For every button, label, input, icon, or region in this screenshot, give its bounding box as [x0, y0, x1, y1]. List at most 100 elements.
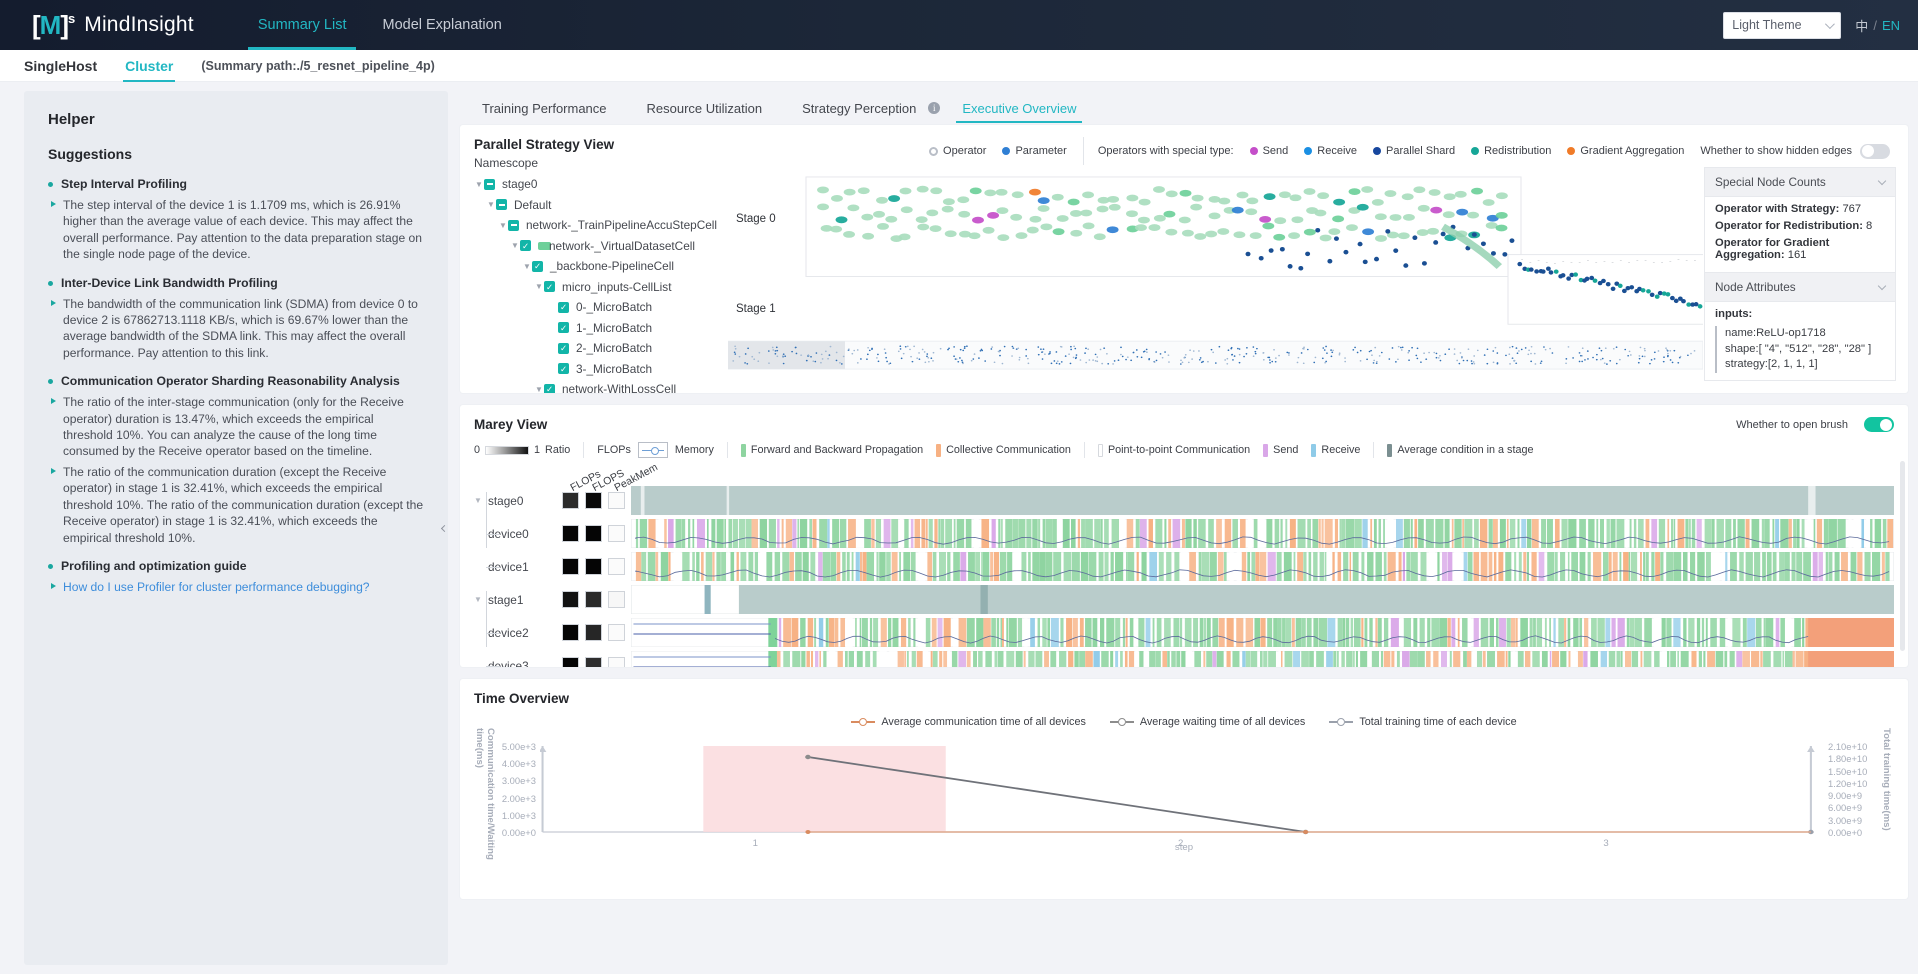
marey-row-device0[interactable]: device0	[474, 517, 1894, 550]
marey-view-card: Marey View Whether to open brush 0 1 Rat…	[460, 405, 1908, 667]
theme-select[interactable]: Light Theme	[1723, 12, 1841, 39]
marey-row-stage1[interactable]: ▼ stage1	[474, 583, 1894, 616]
caret-down-icon[interactable]: ▼	[486, 200, 496, 209]
legend-divider	[1373, 442, 1374, 458]
attr-strategy: strategy:[2, 1, 1, 1]	[1725, 357, 1885, 373]
svg-text:~: ~	[1661, 261, 1663, 265]
marey-row-device3[interactable]: device3	[474, 649, 1894, 667]
strategy-graph-canvas[interactable]: Stage 0 Stage 1 ~~~~~~~~~~~~~~~~~~~~~~	[728, 167, 1703, 381]
chevron-down-icon[interactable]	[1878, 177, 1886, 185]
marey-row-stage0[interactable]: ▼ stage0	[474, 484, 1894, 517]
legend-label: Average waiting time of all devices	[1140, 716, 1305, 728]
suggestion-group-title: Inter-Device Link Bandwidth Profiling	[48, 275, 424, 291]
timeline-track[interactable]	[631, 552, 1894, 581]
legend-total-training-time[interactable]: Total training time of each device	[1329, 716, 1516, 728]
chevron-down-icon[interactable]	[1878, 282, 1886, 290]
marey-row-device2[interactable]: device2	[474, 616, 1894, 649]
tab-training-performance[interactable]: Training Performance	[462, 91, 627, 125]
right-axis-title: Total training time(ms)	[1881, 728, 1892, 868]
flops-rate-cell	[585, 591, 602, 608]
caret-down-icon[interactable]: ▼	[474, 180, 484, 189]
legend-label: Average communication time of all device…	[881, 716, 1085, 728]
tree-checkbox[interactable]	[558, 302, 569, 313]
flops-label: FLOPs	[597, 444, 631, 456]
tab-strategy-perception[interactable]: Strategy Perception	[782, 91, 936, 125]
timeline-track[interactable]	[631, 519, 1894, 548]
hidden-edges-toggle[interactable]	[1860, 144, 1890, 159]
special-node-counts-header[interactable]: Special Node Counts	[1704, 167, 1896, 197]
suggestion-group-title: Profiling and optimization guide	[48, 558, 424, 574]
peakmem-cell	[608, 591, 625, 608]
legend-parallel-shard: Parallel Shard	[1373, 145, 1455, 157]
tab-executive-overview[interactable]: Executive Overview	[942, 91, 1096, 125]
legend-label: Receive	[1317, 145, 1357, 157]
node-attributes-header[interactable]: Node Attributes	[1704, 272, 1896, 302]
collective-communication-icon	[936, 444, 941, 457]
tab-resource-utilization[interactable]: Resource Utilization	[627, 91, 783, 125]
peakmem-cell	[608, 657, 625, 667]
nav-tab-model-explanation[interactable]: Model Explanation	[364, 0, 519, 50]
brush-toggle[interactable]	[1864, 417, 1894, 432]
suggestions-title: Suggestions	[48, 146, 424, 162]
suggestion-group: Inter-Device Link Bandwidth Profiling Th…	[48, 275, 424, 362]
tree-row-label: network-_VirtualDatasetCell	[549, 239, 695, 253]
timeline-track[interactable]	[631, 651, 1894, 667]
app-logo[interactable]: [M]s MindInsight	[32, 10, 194, 41]
right-column: Training Performance Resource Utilizatio…	[460, 91, 1908, 965]
caret-down-icon[interactable]: ▼	[534, 385, 544, 393]
legend-avg-waiting-time[interactable]: Average waiting time of all devices	[1110, 716, 1305, 728]
suggestion-group: Step Interval Profiling The step interva…	[48, 176, 424, 263]
tree-checkbox[interactable]	[544, 384, 555, 393]
gradient-aggregation-icon	[1567, 147, 1575, 155]
lang-cn-option[interactable]: 中	[1855, 16, 1868, 35]
timeline-track[interactable]	[631, 585, 1894, 614]
legend-label: Send	[1273, 444, 1298, 456]
legend-avg-communication-time[interactable]: Average communication time of all device…	[851, 716, 1085, 728]
tree-checkbox[interactable]	[558, 363, 569, 374]
caret-down-icon[interactable]: ▼	[522, 262, 532, 271]
attr-name: name:ReLU-op1718	[1725, 326, 1885, 342]
legend-redistribution: Redistribution	[1471, 145, 1551, 157]
sidebar-collapse-handle[interactable]	[437, 506, 448, 550]
profiler-guide-link[interactable]: How do I use Profiler for cluster perfor…	[63, 580, 370, 594]
parallel-shard-icon	[1373, 147, 1381, 155]
tree-checkbox[interactable]	[484, 179, 495, 190]
count-label: Operator with Strategy:	[1715, 203, 1839, 215]
legend-marker-icon	[851, 718, 875, 726]
legend-receive: Receive	[1311, 444, 1360, 457]
marey-vertical-scrollbar[interactable]	[1900, 461, 1905, 651]
tree-checkbox[interactable]	[532, 261, 543, 272]
time-overview-chart[interactable]: Communication time/Waiting time(ms) 0.00…	[474, 732, 1894, 874]
tree-checkbox[interactable]	[496, 199, 507, 210]
svg-text:~: ~	[1686, 259, 1688, 263]
svg-text:~: ~	[1587, 259, 1589, 263]
logo-icon: [M]s	[32, 10, 74, 41]
namescope-label: Namescope	[474, 156, 614, 170]
psv-header: Parallel Strategy View Namescope Operato…	[474, 137, 1894, 170]
lang-en-option[interactable]: EN	[1882, 18, 1900, 33]
caret-down-icon[interactable]: ▼	[498, 221, 508, 230]
tree-checkbox[interactable]	[558, 343, 569, 354]
subheader-single-host[interactable]: SingleHost	[24, 58, 97, 74]
tree-checkbox[interactable]	[508, 220, 519, 231]
send-icon	[1250, 147, 1258, 155]
right-axis-tick: 0.00e+0	[1828, 827, 1880, 838]
suggestion-item-link[interactable]: How do I use Profiler for cluster perfor…	[48, 579, 424, 595]
subheader-cluster[interactable]: Cluster	[125, 58, 173, 74]
nav-tab-summary-list[interactable]: Summary List	[240, 0, 365, 50]
timeline-track[interactable]	[631, 486, 1894, 515]
tree-row-label: _backbone-PipelineCell	[550, 259, 674, 273]
special-node-count-row: Operator for Gradient Aggregation: 161	[1715, 237, 1885, 261]
timeline-track[interactable]	[631, 618, 1894, 647]
tree-checkbox[interactable]	[544, 281, 555, 292]
marey-row-device1[interactable]: device1	[474, 550, 1894, 583]
tree-checkbox[interactable]	[558, 322, 569, 333]
count-label: Operator for Gradient Aggregation:	[1715, 237, 1829, 261]
inputs-label: inputs:	[1715, 308, 1752, 320]
caret-down-icon[interactable]: ▼	[510, 241, 520, 250]
tree-row[interactable]: ▼ network-WithLossCell	[474, 379, 1894, 393]
caret-down-icon[interactable]: ▼	[534, 282, 544, 291]
tree-checkbox[interactable]	[520, 240, 531, 251]
svg-text:~: ~	[1669, 259, 1671, 263]
suggestion-group-title: Communication Operator Sharding Reasonab…	[48, 373, 424, 389]
